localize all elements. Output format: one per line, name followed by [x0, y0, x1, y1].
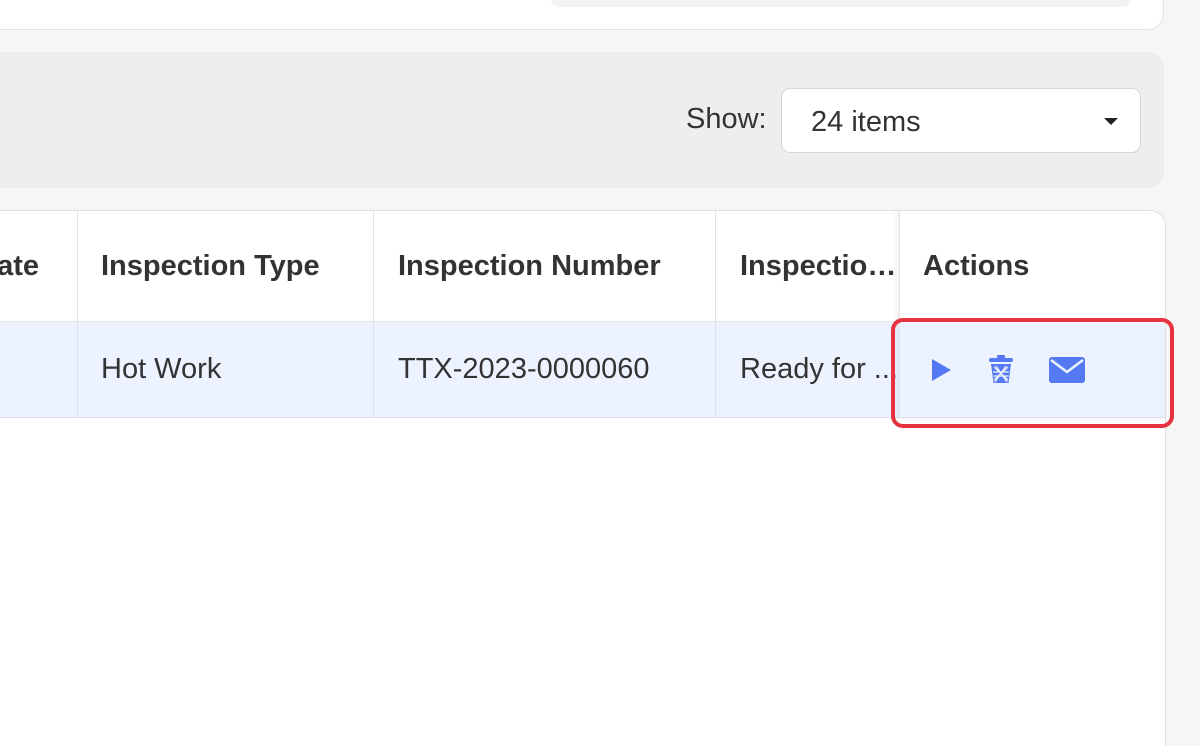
- delete-inspection-button[interactable]: [986, 354, 1016, 385]
- top-panel-field: [551, 0, 1131, 7]
- top-panel: [0, 0, 1164, 30]
- table-cell-actions: [899, 322, 1165, 418]
- column-header-inspection-number[interactable]: Inspection Number: [374, 211, 716, 322]
- table-cell-inspection-number[interactable]: TTX-2023-0000060: [374, 322, 716, 418]
- trash-icon: [989, 354, 1013, 383]
- column-header-inspection-number-label: Inspection Number: [398, 249, 661, 282]
- inspections-page: Show: 24 items ate Inspection Type Inspe…: [0, 0, 1200, 746]
- email-inspection-button[interactable]: [1048, 356, 1086, 384]
- column-header-date[interactable]: ate: [0, 211, 78, 322]
- show-label: Show:: [686, 103, 767, 135]
- table-cell-inspection-status[interactable]: Ready for ...: [716, 322, 900, 418]
- inspections-table: ate Inspection Type Inspection Number In…: [0, 210, 1166, 746]
- start-inspection-button[interactable]: [928, 357, 954, 383]
- page-size-value: 24 items: [811, 106, 921, 138]
- table-cell-date: [0, 322, 78, 418]
- table-cell-inspection-type[interactable]: Hot Work: [78, 322, 374, 418]
- table-cell-inspection-status-value: Ready for ...: [740, 353, 898, 385]
- caret-down-icon: [1104, 118, 1118, 125]
- column-header-actions: Actions: [899, 211, 1165, 322]
- play-icon: [932, 358, 951, 381]
- column-header-inspection-status-label: Inspection...: [740, 249, 899, 282]
- page-size-select[interactable]: 24 items: [781, 88, 1141, 153]
- column-header-inspection-type-label: Inspection Type: [101, 249, 320, 282]
- column-header-actions-label: Actions: [923, 249, 1030, 282]
- column-header-date-label: ate: [0, 249, 39, 282]
- table-cell-inspection-number-value: TTX-2023-0000060: [398, 353, 650, 385]
- mail-icon: [1049, 356, 1085, 383]
- column-header-inspection-status[interactable]: Inspection...: [716, 211, 900, 322]
- table-cell-inspection-type-value: Hot Work: [101, 353, 222, 385]
- column-header-inspection-type[interactable]: Inspection Type: [78, 211, 374, 322]
